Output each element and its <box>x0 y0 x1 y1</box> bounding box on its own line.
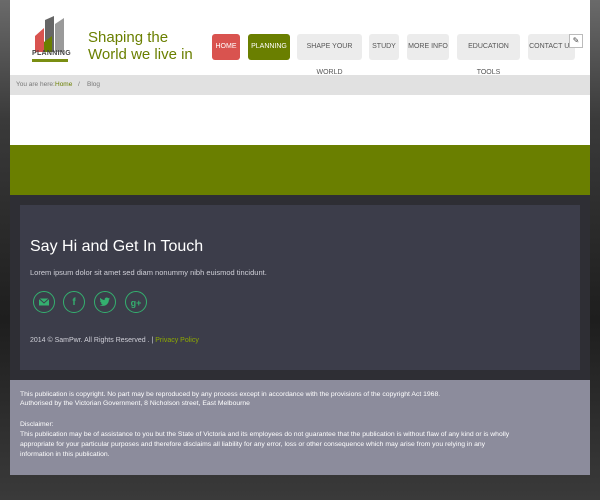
disclaimer-text-2: appropriate for your particular purposes… <box>20 441 486 448</box>
disclaimer-text-3: information in this publication. <box>20 451 110 458</box>
nav-home[interactable]: HOME <box>212 34 240 60</box>
edit-pencil-icon[interactable]: ✎ <box>569 34 583 48</box>
contact-title: Say Hi and Get In Touch <box>30 238 204 255</box>
site-header: PLANNING Shaping the World we live in HO… <box>10 0 590 76</box>
nav-study[interactable]: STUDY <box>369 34 399 60</box>
page: PLANNING Shaping the World we live in HO… <box>10 0 590 480</box>
breadcrumb-prefix: You are here: <box>16 81 55 88</box>
privacy-policy-link[interactable]: Privacy Policy <box>155 337 199 344</box>
logo-text: PLANNING <box>32 50 71 57</box>
copyright-notice: This publication is copyright. No part m… <box>20 391 441 398</box>
nav-more-info[interactable]: MORE INFO <box>407 34 449 60</box>
disclaimer-text-1: This publication may be of assistance to… <box>20 431 510 438</box>
content-area <box>10 95 590 145</box>
authorised-notice: Authorised by the Victorian Government, … <box>20 400 250 407</box>
breadcrumb-home-link[interactable]: Home <box>55 75 72 95</box>
facebook-icon[interactable]: f <box>63 291 85 313</box>
breadcrumb-separator: / <box>78 81 80 88</box>
nav-contact-us[interactable]: CONTACT US <box>528 34 575 60</box>
contact-box: Say Hi and Get In Touch Lorem ipsum dolo… <box>20 205 580 370</box>
nav-planning[interactable]: PLANNING <box>248 34 290 60</box>
tagline-line-2: World we live in <box>88 46 193 63</box>
green-banner <box>10 145 590 195</box>
site-tagline: Shaping the World we live in <box>88 29 198 63</box>
disclaimer-section: This publication is copyright. No part m… <box>10 380 590 475</box>
contact-text: Lorem ipsum dolor sit amet sed diam nonu… <box>30 268 267 277</box>
disclaimer-heading: Disclaimer: <box>20 421 54 428</box>
footer-section: Say Hi and Get In Touch Lorem ipsum dolo… <box>10 195 590 380</box>
tagline-line-1: Shaping the <box>88 29 169 46</box>
google-plus-icon[interactable]: g+ <box>125 291 147 313</box>
nav-education-tools[interactable]: EDUCATION TOOLS <box>457 34 520 76</box>
nav-shape-your-world[interactable]: SHAPE YOUR WORLD <box>297 34 362 76</box>
email-icon[interactable] <box>33 291 55 313</box>
breadcrumb: You are here: Home / Blog <box>10 75 590 95</box>
breadcrumb-current: Blog <box>87 81 101 88</box>
twitter-icon[interactable] <box>94 291 116 313</box>
copyright-line: 2014 © SamPwr. All Rights Reserved . | P… <box>30 337 199 344</box>
logo-underline <box>32 59 68 62</box>
copyright-text: 2014 © SamPwr. All Rights Reserved . | <box>30 337 154 344</box>
